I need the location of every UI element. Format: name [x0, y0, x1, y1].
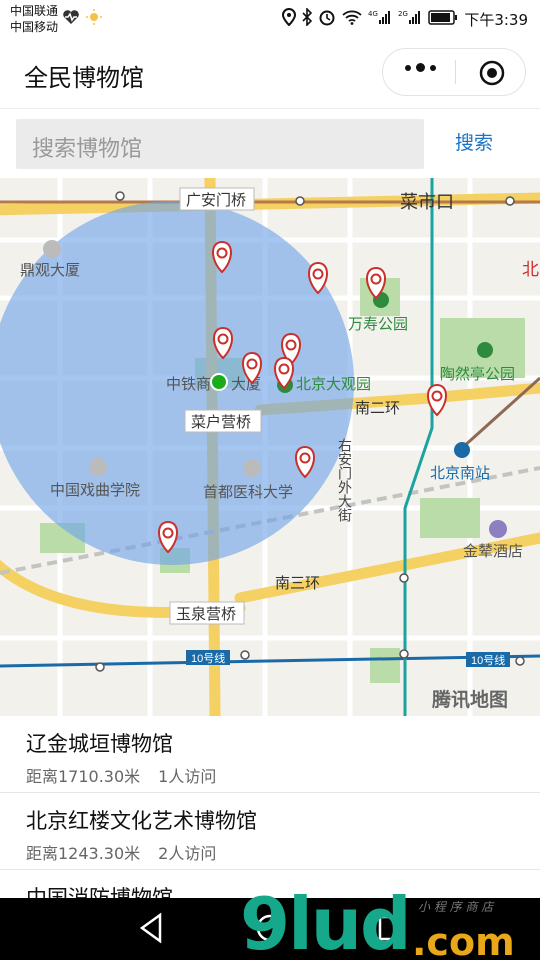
museum-visits: 2人访问 [158, 844, 217, 863]
building-icon [43, 240, 61, 258]
museum-list: 辽金城垣博物馆 距离1710.30米 1人访问 北京红楼文化艺术博物馆 距离124… [0, 716, 540, 898]
label-line10a: 10号线 [191, 651, 225, 665]
search-input[interactable]: 搜索博物馆 [16, 119, 424, 169]
location-icon [282, 7, 297, 30]
museum-meta: 距离1243.30米 2人访问 [26, 840, 216, 864]
heart-rate-icon [62, 9, 80, 29]
label-taoranting: 陶然亭公园 [440, 365, 515, 383]
watermark-logo: 9lud [240, 882, 412, 966]
search-bar: 搜索博物馆 搜索 [0, 108, 540, 179]
museum-name: 辽金城垣博物馆 [26, 732, 173, 756]
list-item[interactable]: 北京红楼文化艺术博物馆 距离1243.30米 2人访问 [0, 793, 540, 870]
user-location-dot [210, 373, 228, 391]
more-dot-icon [430, 64, 436, 71]
search-button[interactable]: 搜索 [455, 128, 493, 155]
nav-bar: 全民博物馆 [0, 38, 540, 108]
label-zhongtie: 中铁商 [166, 376, 211, 393]
label-jinqin: 金辇酒店 [463, 543, 523, 560]
carrier-info: 中国联通 中国移动 [10, 3, 58, 35]
school-icon [243, 459, 261, 477]
signal-4g-icon: 4G [368, 9, 392, 29]
miniprogram-capsule [382, 48, 526, 96]
watermark-small-text: 小 程 序 商 店 [418, 900, 494, 914]
label-beijingnan: 北京南站 [430, 465, 490, 482]
bluetooth-icon [302, 7, 313, 30]
more-button[interactable] [405, 63, 436, 72]
museum-name: 中国消防博物馆 [26, 886, 173, 898]
status-left-icons [62, 9, 102, 29]
label-shoudu: 首都医科大学 [203, 484, 293, 501]
museum-distance: 距离1710.30米 [26, 767, 141, 786]
label-wanshou: 万寿公园 [348, 316, 408, 333]
museum-name: 北京红楼文化艺术博物馆 [26, 809, 257, 833]
wifi-icon [342, 9, 362, 29]
svg-text:2G: 2G [398, 10, 408, 18]
more-dot-icon [416, 63, 425, 72]
map-view[interactable]: 广安门桥 菜市口 鼎观大厦 万寿公园 陶然亭公园 中铁商 大厦 北京大观园 南二… [0, 178, 540, 716]
target-icon [479, 60, 505, 86]
page-title: 全民博物馆 [24, 64, 144, 92]
label-bei: 北 [522, 260, 539, 279]
sun-icon [86, 9, 102, 29]
label-daguanyuan: 北京大观园 [296, 376, 371, 393]
label-caishikou: 菜市口 [400, 192, 454, 212]
metro-line-10 [0, 654, 540, 668]
status-bar: 中国联通 中国移动 4G 2G 下午3:39 [0, 0, 540, 38]
status-time: 下午3:39 [464, 10, 528, 29]
alarm-icon [318, 8, 336, 30]
label-dingguan: 鼎观大厦 [20, 262, 80, 279]
capsule-divider [455, 60, 456, 84]
label-caihuying: 菜户营桥 [191, 414, 251, 431]
svg-text:4G: 4G [368, 10, 378, 18]
label-xiqu: 中国戏曲学院 [50, 481, 140, 499]
label-line10b: 10号线 [471, 653, 505, 667]
back-icon[interactable] [139, 912, 162, 944]
close-target-button[interactable] [479, 60, 505, 90]
label-guanganmen: 广安门桥 [186, 192, 246, 209]
hotel-icon [489, 520, 507, 538]
carrier-1: 中国联通 [10, 4, 59, 18]
watermark-com: .com [412, 920, 515, 964]
school-icon [89, 458, 107, 476]
label-ner: 南二环 [355, 400, 400, 417]
carrier-2: 中国移动 [10, 20, 59, 34]
signal-2g-icon: 2G [398, 9, 422, 29]
label-youanmen: 右安门外大街 [337, 438, 353, 522]
more-dot-icon [405, 64, 411, 71]
tencent-map-logo: 腾讯地图 [431, 688, 508, 711]
museum-visits: 1人访问 [158, 767, 217, 786]
status-right: 4G 2G 下午3:39 [282, 7, 528, 30]
museum-distance: 距离1243.30米 [26, 844, 141, 863]
battery-icon [428, 9, 458, 29]
train-station-icon [454, 442, 470, 458]
label-nansan: 南三环 [275, 575, 320, 592]
list-item[interactable]: 辽金城垣博物馆 距离1710.30米 1人访问 [0, 716, 540, 793]
label-yuquanying: 玉泉营桥 [176, 606, 236, 623]
museum-meta: 距离1710.30米 1人访问 [26, 763, 216, 787]
park-icon [477, 342, 493, 358]
search-placeholder: 搜索博物馆 [32, 137, 143, 162]
